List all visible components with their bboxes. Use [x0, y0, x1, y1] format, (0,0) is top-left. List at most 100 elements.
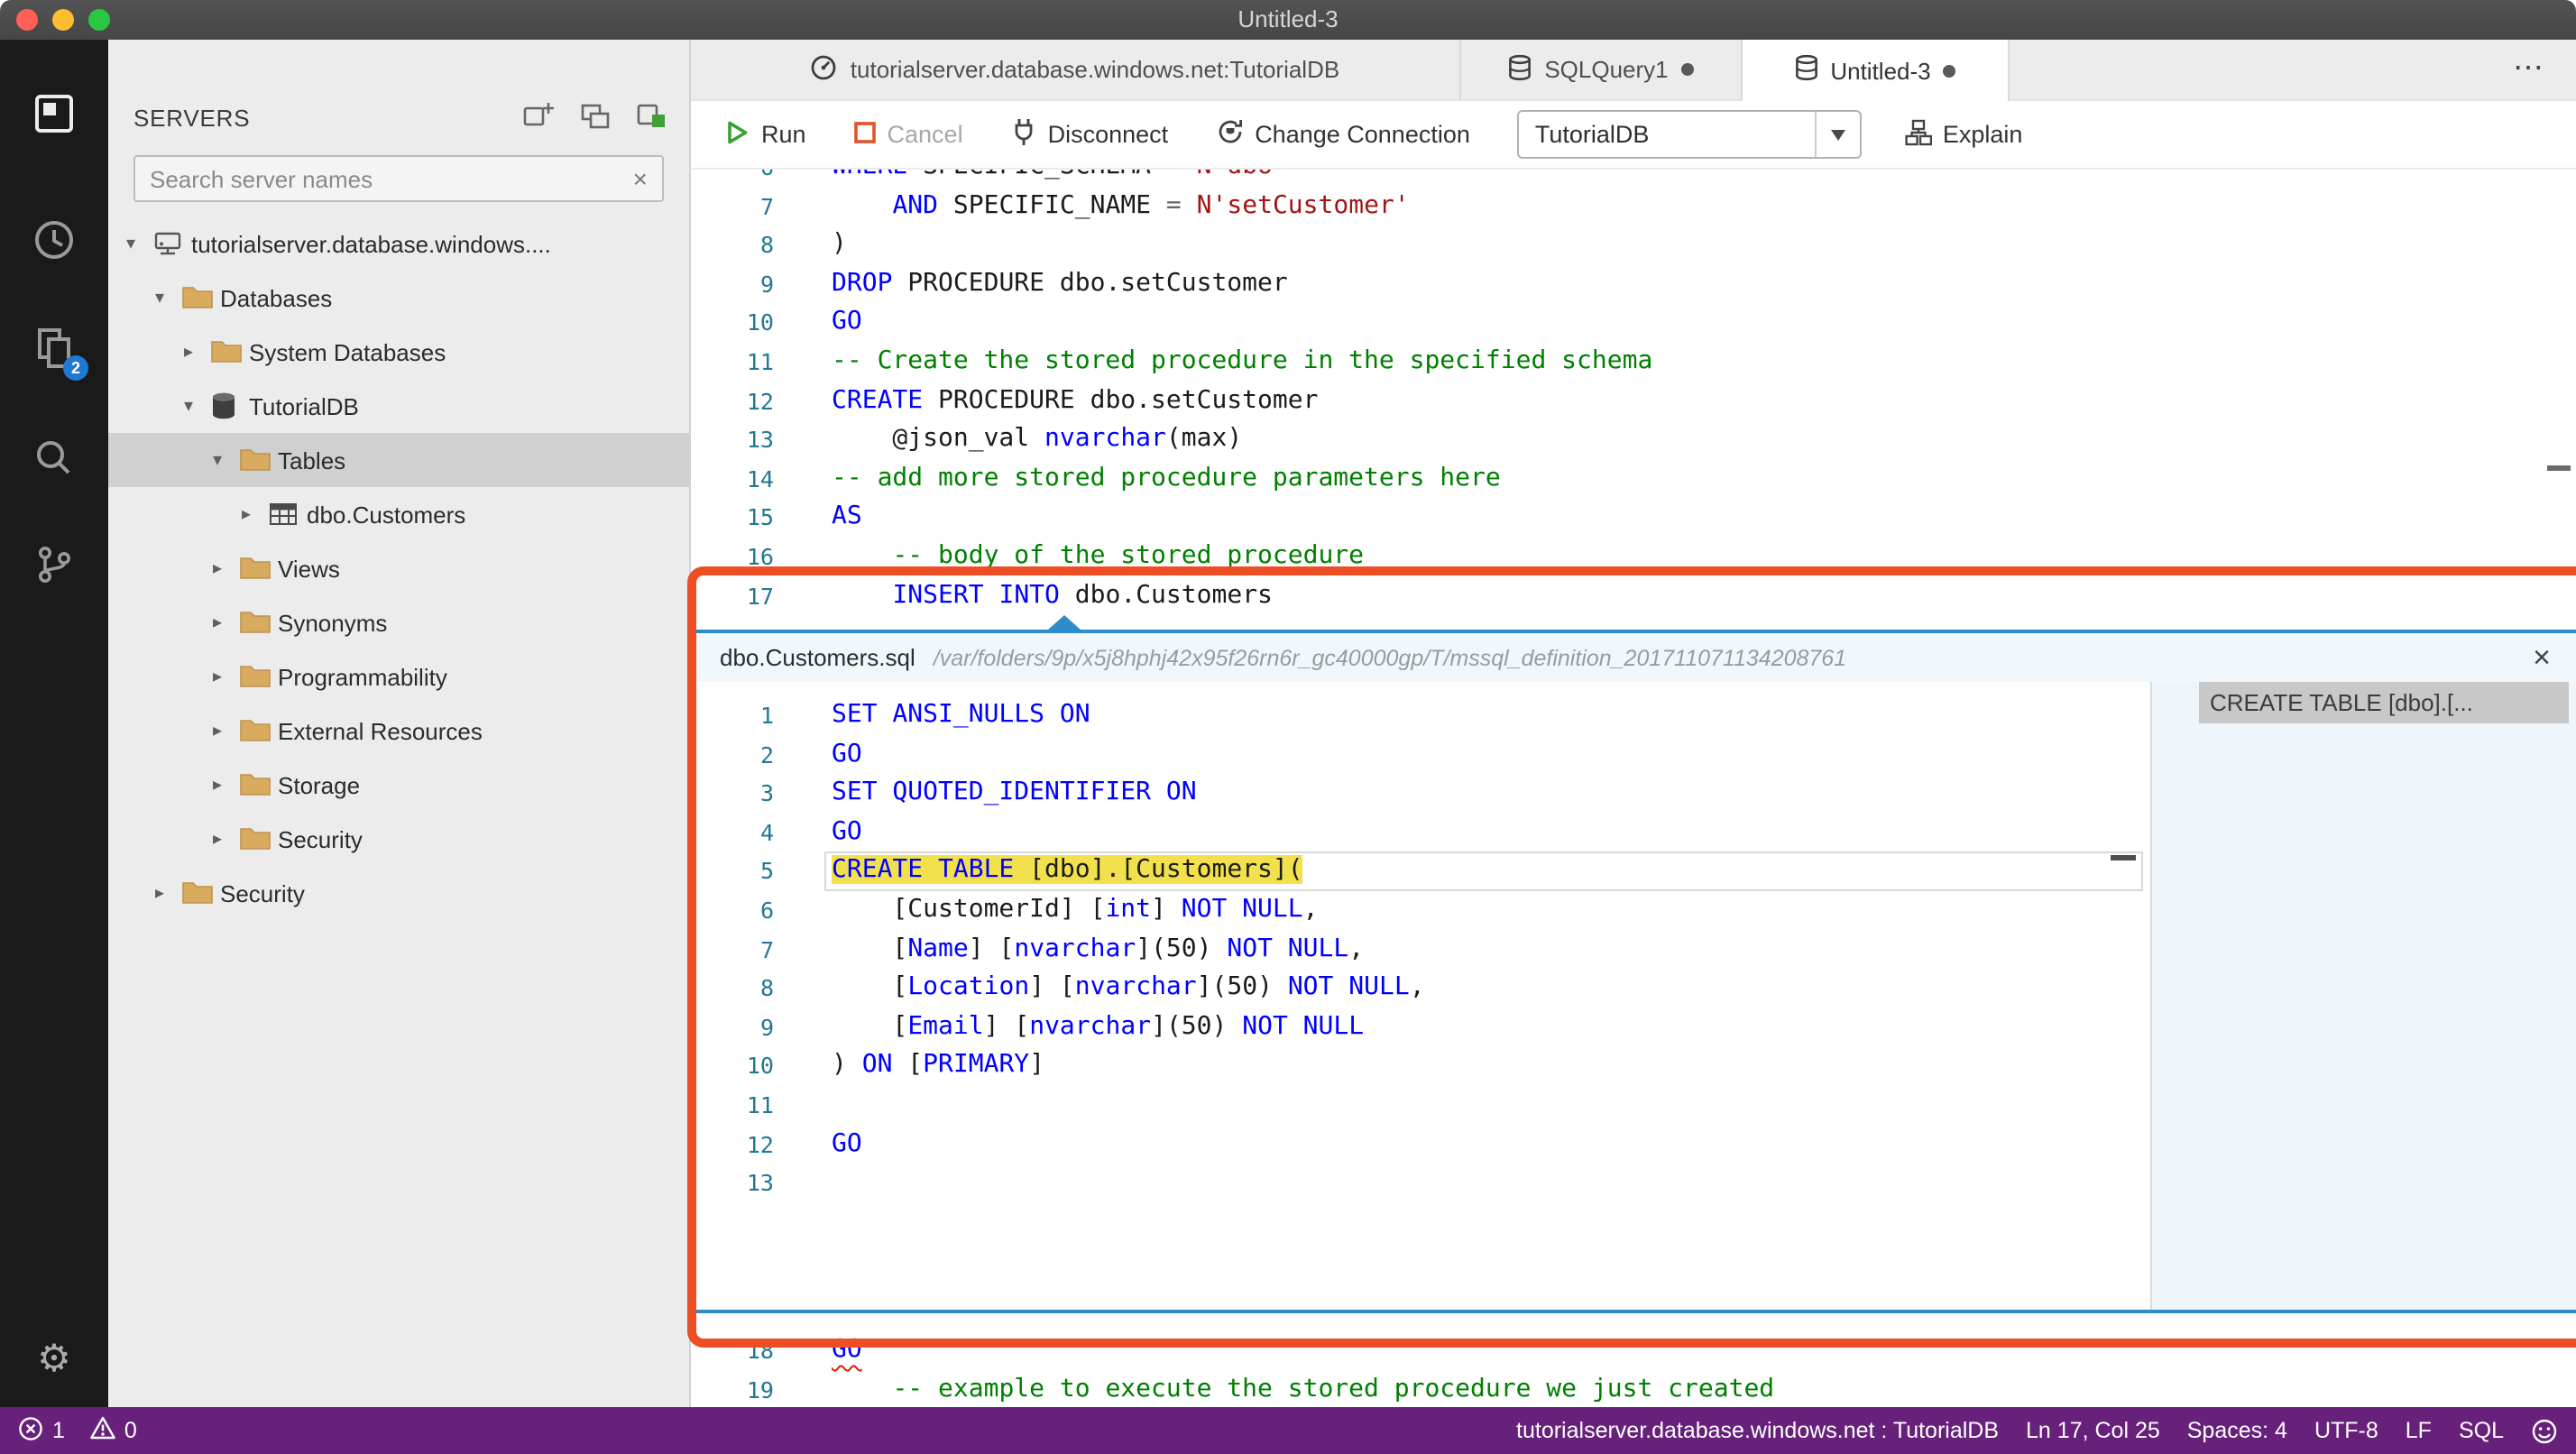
- tree-item-label: Security: [278, 825, 363, 852]
- dirty-indicator: [1943, 64, 1956, 77]
- open-editors-icon[interactable]: 2: [31, 325, 88, 381]
- chevron-right-icon[interactable]: ▸: [242, 504, 269, 524]
- tree-item-dbo-customers[interactable]: ▸ dbo.Customers: [108, 487, 689, 541]
- language-mode[interactable]: SQL: [2459, 1418, 2504, 1443]
- new-connection-icon[interactable]: [523, 101, 556, 130]
- code-line-11: 11 -- Create the stored procedure in the …: [691, 343, 2576, 382]
- tree-item-label: Databases: [220, 284, 333, 311]
- chevron-down-icon[interactable]: ▾: [184, 396, 211, 416]
- tree-item-databases[interactable]: ▾ Databases: [108, 271, 689, 325]
- tree-item-tables[interactable]: ▾ Tables: [108, 433, 689, 487]
- window-title: Untitled-3: [1237, 5, 1339, 32]
- indentation-setting[interactable]: Spaces: 4: [2187, 1418, 2287, 1443]
- dashboard-icon: [811, 53, 838, 86]
- reference-item[interactable]: CREATE TABLE [dbo].[...: [2199, 682, 2569, 723]
- peek-editor[interactable]: 1 SET ANSI_NULLS ON 2 GO 3 SET QUOTED_IDENTIF…: [691, 682, 2150, 1310]
- chevron-down-icon[interactable]: ▾: [213, 450, 240, 470]
- chevron-right-icon[interactable]: ▸: [213, 612, 240, 632]
- chevron-down-icon[interactable]: ▾: [155, 288, 182, 308]
- code-line-17: 17 INSERT INTO dbo.Customers: [691, 576, 2576, 615]
- close-peek-icon[interactable]: ×: [2533, 640, 2551, 676]
- chevron-right-icon[interactable]: ▸: [213, 829, 240, 849]
- tree-item-tutorialdb[interactable]: ▾ TutorialDB: [108, 379, 689, 433]
- line-number: 9: [759, 270, 774, 298]
- line-number: 6: [759, 896, 774, 924]
- explain-button[interactable]: Explain: [1905, 118, 2022, 151]
- line-number: 6: [691, 170, 774, 187]
- chevron-right-icon[interactable]: ▸: [213, 775, 240, 795]
- tree-item-system-databases[interactable]: ▸ System Databases: [108, 325, 689, 379]
- tree-item-programmability[interactable]: ▸ Programmability: [108, 649, 689, 704]
- minimize-window-button[interactable]: [52, 9, 74, 31]
- servers-view-icon[interactable]: [31, 90, 78, 137]
- chevron-right-icon[interactable]: ▸: [213, 721, 240, 741]
- code-line-8: 8): [691, 225, 2576, 264]
- search-icon[interactable]: [31, 435, 78, 482]
- cancel-button[interactable]: Cancel: [853, 120, 963, 149]
- database-dropdown[interactable]: TutorialDB: [1516, 110, 1862, 159]
- error-count[interactable]: 1: [18, 1415, 65, 1446]
- code-line-10: 10) ON [PRIMARY]: [691, 1047, 2150, 1086]
- cancel-icon: [853, 120, 877, 149]
- change-connection-icon: [1215, 117, 1244, 152]
- cursor-position[interactable]: Ln 17, Col 25: [2026, 1418, 2160, 1443]
- line-number: 15: [746, 503, 774, 531]
- line-number: 7: [759, 935, 774, 963]
- feedback-smiley-icon[interactable]: [2531, 1417, 2558, 1444]
- peek-references-panel: CREATE TABLE [dbo].[...: [2150, 682, 2576, 1310]
- run-button[interactable]: Run: [723, 118, 806, 151]
- server-search-input[interactable]: Search server names: [135, 165, 619, 192]
- overview-ruler-mark: [2547, 465, 2571, 471]
- active-connections-icon[interactable]: [637, 101, 667, 130]
- tab-server-dashboard[interactable]: tutorialserver.database.windows.net:Tuto…: [691, 40, 1461, 99]
- tree-item-storage[interactable]: ▸ Storage: [108, 758, 689, 812]
- server-tree: ▾ tutorialserver.database.windows.... ▾ Dat…: [108, 216, 689, 920]
- line-number: 2: [759, 741, 774, 768]
- source-control-icon[interactable]: [31, 541, 78, 588]
- editor-lines-after: 18 GO 19 -- example to execute the stored …: [691, 1331, 2576, 1407]
- eol-setting[interactable]: LF: [2406, 1418, 2432, 1443]
- peek-file-path: /var/folders/9p/x5j8hphj42x95f26rn6r_gc4…: [933, 645, 1847, 670]
- tab-untitled-3[interactable]: Untitled-3: [1743, 40, 2010, 101]
- tree-item-security[interactable]: ▸ Security: [108, 812, 689, 866]
- tab-sqlquery1[interactable]: SQLQuery1: [1461, 40, 1743, 99]
- disconnect-plug-icon: [1010, 117, 1037, 152]
- explain-icon: [1905, 118, 1933, 151]
- chevron-right-icon[interactable]: ▸: [184, 342, 211, 362]
- server-search-box[interactable]: Search server names ×: [133, 155, 664, 202]
- chevron-right-icon[interactable]: ▸: [213, 667, 240, 686]
- tree-item-tutorialserver-database-windows[interactable]: ▾ tutorialserver.database.windows....: [108, 216, 689, 271]
- warning-count[interactable]: 0: [90, 1415, 137, 1446]
- close-window-button[interactable]: [16, 9, 38, 31]
- tree-item-views[interactable]: ▸ Views: [108, 541, 689, 595]
- tree-item-label: Security: [220, 879, 305, 906]
- chevron-down-icon: [1814, 112, 1860, 157]
- task-history-icon[interactable]: [31, 216, 78, 263]
- clear-search-icon[interactable]: ×: [619, 164, 662, 193]
- code-line-8: 8 [Location] [nvarchar](50) NOT NULL,: [691, 969, 2150, 1008]
- more-actions-icon[interactable]: ⋯: [2513, 40, 2544, 101]
- new-server-group-icon[interactable]: [581, 102, 612, 129]
- encoding-setting[interactable]: UTF-8: [2314, 1418, 2378, 1443]
- peek-header: dbo.Customers.sql /var/folders/9p/x5j8hp…: [691, 633, 2576, 682]
- code-line-9: 9 [Email] [nvarchar](50) NOT NULL: [691, 1008, 2150, 1047]
- chevron-right-icon[interactable]: ▸: [213, 558, 240, 578]
- line-number: 9: [759, 1013, 774, 1041]
- folder-icon: [240, 447, 278, 473]
- chevron-right-icon[interactable]: ▸: [155, 883, 182, 903]
- line-number: 13: [746, 1169, 774, 1197]
- change-connection-button[interactable]: Change Connection: [1215, 117, 1470, 152]
- disconnect-button[interactable]: Disconnect: [1010, 117, 1168, 152]
- code-line-12: 12 GO: [691, 1125, 2150, 1164]
- tree-item-security[interactable]: ▸ Security: [108, 866, 689, 920]
- open-editors-badge: 2: [63, 355, 88, 381]
- connection-status[interactable]: tutorialserver.database.windows.net : Tu…: [1516, 1418, 1999, 1443]
- line-number: 5: [759, 857, 774, 885]
- code-line-5: 5 CREATE TABLE [dbo].[Customers](: [691, 852, 2150, 891]
- chevron-down-icon[interactable]: ▾: [126, 234, 153, 253]
- zoom-window-button[interactable]: [88, 9, 110, 31]
- tree-item-label: External Resources: [278, 717, 483, 744]
- tree-item-external-resources[interactable]: ▸ External Resources: [108, 704, 689, 758]
- tree-item-synonyms[interactable]: ▸ Synonyms: [108, 595, 689, 649]
- settings-gear-icon[interactable]: ⚙: [37, 1339, 71, 1382]
